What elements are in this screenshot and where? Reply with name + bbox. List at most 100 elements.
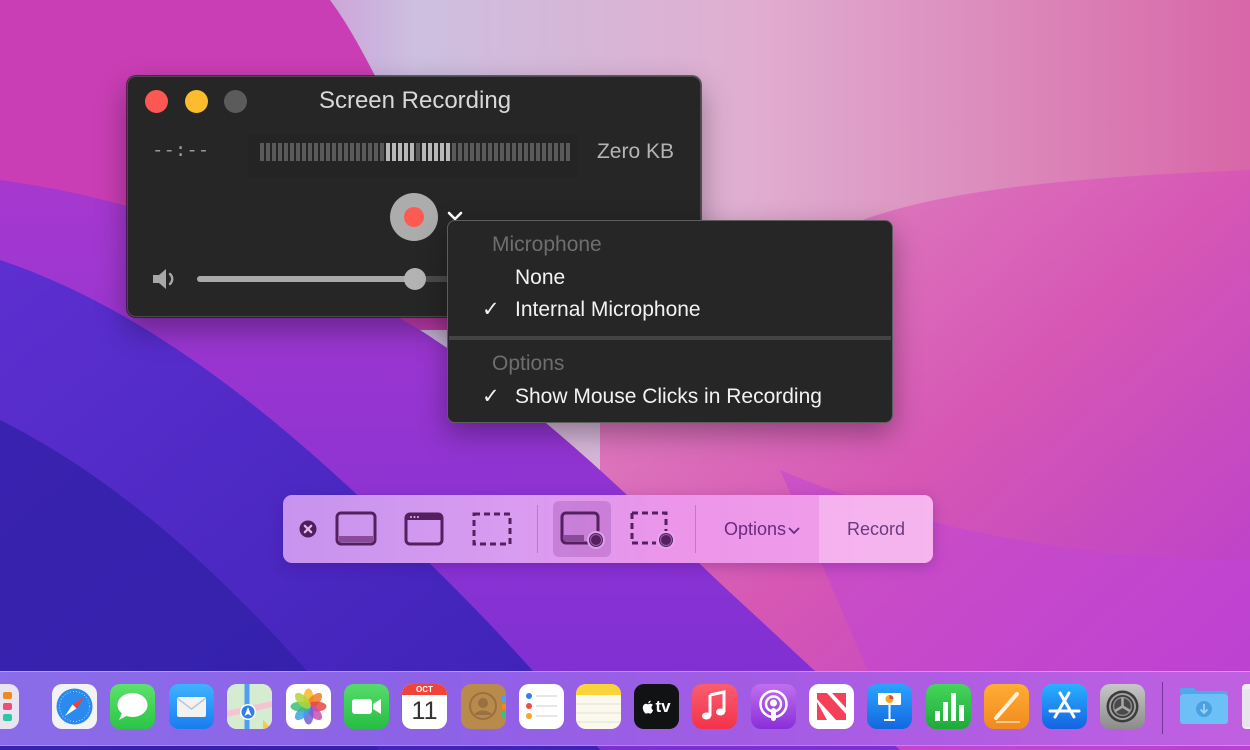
capture-selected-window-button[interactable] bbox=[401, 495, 447, 563]
capture-selected-portion-button[interactable] bbox=[469, 495, 515, 563]
level-meter-bar bbox=[338, 143, 342, 161]
screen-capture-icon bbox=[335, 511, 377, 546]
level-meter-bar bbox=[392, 143, 396, 161]
calendar-month: OCT bbox=[402, 684, 447, 695]
level-meter-bar bbox=[320, 143, 324, 161]
dock-app-launchpad[interactable] bbox=[0, 684, 19, 729]
level-meter-bar bbox=[278, 143, 282, 161]
menu-header-options: Options bbox=[492, 352, 565, 375]
level-meter-bar bbox=[314, 143, 318, 161]
menu-item-microphone-none[interactable]: None bbox=[448, 263, 892, 293]
dock-app-reminders[interactable] bbox=[519, 684, 564, 729]
level-meter-bar bbox=[446, 143, 450, 161]
record-button[interactable] bbox=[390, 193, 438, 241]
level-meter-bar bbox=[344, 143, 348, 161]
dock-app-system-preferences[interactable] bbox=[1100, 684, 1145, 729]
level-meter-bar bbox=[518, 143, 522, 161]
volume-slider-thumb[interactable] bbox=[403, 268, 426, 290]
selection-capture-icon bbox=[472, 512, 512, 546]
dock-app-pages[interactable] bbox=[984, 684, 1029, 729]
level-meter-bar bbox=[332, 143, 336, 161]
photos-icon bbox=[290, 688, 327, 725]
safari-icon bbox=[56, 688, 93, 725]
toolbar-options-button[interactable]: Options bbox=[707, 495, 817, 563]
level-meter-bar bbox=[458, 143, 462, 161]
level-meter-bar bbox=[434, 143, 438, 161]
downloads-folder-icon bbox=[1180, 688, 1228, 724]
menu-item-internal-microphone[interactable]: ✓ Internal Microphone bbox=[448, 295, 892, 325]
news-icon bbox=[817, 693, 846, 720]
music-icon bbox=[702, 690, 726, 720]
level-meter-bar bbox=[404, 143, 408, 161]
dock-app-facetime[interactable] bbox=[344, 684, 389, 729]
level-meter-bar bbox=[554, 143, 558, 161]
toolbar-close-button[interactable] bbox=[297, 495, 319, 563]
level-meter-bar bbox=[488, 143, 492, 161]
numbers-icon bbox=[935, 693, 964, 721]
trash-icon bbox=[1242, 689, 1250, 727]
dock-app-app-store[interactable] bbox=[1042, 684, 1087, 729]
dock-app-contacts[interactable] bbox=[461, 684, 506, 729]
toolbar-record-button[interactable]: Record bbox=[819, 495, 933, 563]
level-meter-bar bbox=[560, 143, 564, 161]
tv-label: tv bbox=[655, 696, 671, 716]
dock-app-safari[interactable] bbox=[52, 684, 97, 729]
dock-trash[interactable] bbox=[1242, 684, 1250, 729]
level-meter-bar bbox=[386, 143, 390, 161]
apple-logo-icon bbox=[643, 700, 654, 714]
dock-app-numbers[interactable] bbox=[926, 684, 971, 729]
level-meter-bar bbox=[296, 143, 300, 161]
level-meter-bar bbox=[272, 143, 276, 161]
dock-app-mail[interactable] bbox=[169, 684, 214, 729]
record-entire-screen-button[interactable] bbox=[553, 501, 611, 557]
recording-time: --:-- bbox=[152, 139, 210, 161]
toolbar-divider bbox=[537, 505, 538, 553]
notes-icon bbox=[576, 684, 621, 723]
menu-item-label: Show Mouse Clicks in Recording bbox=[515, 385, 822, 408]
dock-downloads-folder[interactable] bbox=[1178, 684, 1230, 729]
dock-app-music[interactable] bbox=[692, 684, 737, 729]
dock-app-news[interactable] bbox=[809, 684, 854, 729]
capture-entire-screen-button[interactable] bbox=[333, 495, 379, 563]
dock-app-messages[interactable] bbox=[110, 684, 155, 729]
level-meter-bar bbox=[410, 143, 414, 161]
level-meter-bar bbox=[482, 143, 486, 161]
dock-app-keynote[interactable] bbox=[867, 684, 912, 729]
dock-app-tv[interactable]: tv bbox=[634, 684, 679, 729]
record-screen-icon bbox=[560, 511, 605, 549]
level-meter-bar bbox=[542, 143, 546, 161]
level-meter-bar bbox=[422, 143, 426, 161]
dock-app-podcasts[interactable] bbox=[751, 684, 796, 729]
window-title: Screen Recording bbox=[318, 87, 512, 114]
messages-icon bbox=[117, 693, 148, 720]
level-meter-bar bbox=[470, 143, 474, 161]
close-circle-icon bbox=[299, 520, 317, 538]
reminders-icon bbox=[526, 693, 557, 719]
dock-app-photos[interactable] bbox=[286, 684, 331, 729]
dock-separator bbox=[1162, 682, 1163, 734]
menu-item-label: Internal Microphone bbox=[515, 298, 701, 321]
pages-icon bbox=[994, 692, 1020, 723]
level-meter-bar bbox=[308, 143, 312, 161]
dock-app-notes[interactable] bbox=[576, 684, 621, 729]
speaker-volume-icon bbox=[152, 267, 180, 291]
mail-icon bbox=[176, 697, 207, 717]
record-selection-icon bbox=[630, 511, 675, 549]
toolbar-divider bbox=[695, 505, 696, 553]
record-selected-portion-button[interactable] bbox=[625, 495, 679, 563]
level-meter-bar bbox=[356, 143, 360, 161]
level-meter-bar bbox=[302, 143, 306, 161]
contacts-icon bbox=[469, 692, 506, 720]
dock-app-maps[interactable] bbox=[227, 684, 272, 729]
menu-item-label: None bbox=[515, 266, 566, 289]
menu-item-show-mouse-clicks[interactable]: ✓ Show Mouse Clicks in Recording bbox=[448, 382, 892, 412]
dock-app-calendar[interactable]: OCT 11 bbox=[402, 684, 447, 729]
level-meter-bar bbox=[548, 143, 552, 161]
launchpad-icon bbox=[3, 692, 12, 721]
level-meter-bar bbox=[476, 143, 480, 161]
dock: OCT 11 tv bbox=[0, 671, 1250, 746]
level-meter-bar bbox=[290, 143, 294, 161]
level-meter-bar bbox=[260, 143, 264, 161]
level-meter-bar bbox=[380, 143, 384, 161]
level-meter-bar bbox=[524, 143, 528, 161]
